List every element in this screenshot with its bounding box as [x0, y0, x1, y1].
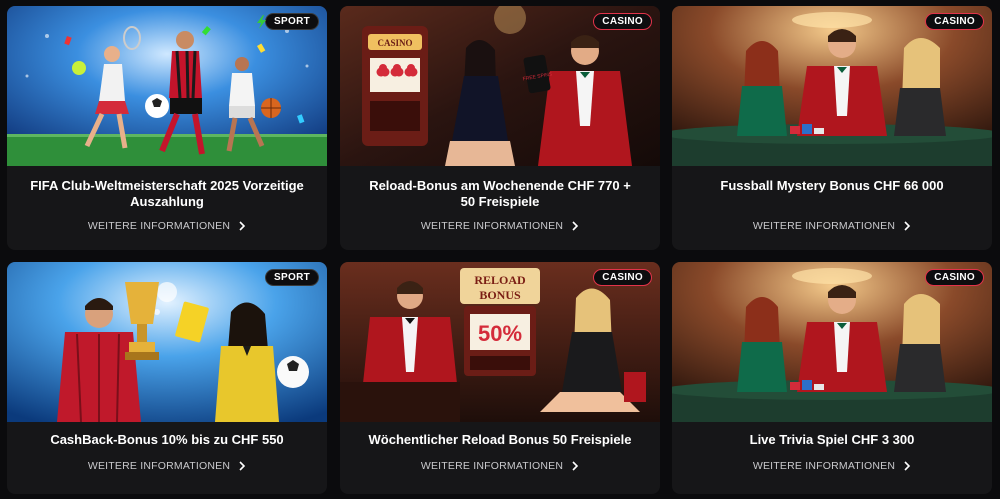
more-info-label: WEITERE INFORMATIONEN — [87, 460, 231, 472]
promo-title: Fussball Mystery Bonus CHF 66 000 — [720, 178, 944, 193]
more-info-label: WEITERE INFORMATIONEN — [752, 220, 896, 232]
promo-title: Reload-Bonus am Wochenende CHF 770 + 50 … — [369, 178, 631, 209]
sport-badge: SPORT — [257, 13, 319, 30]
reload-sign-line1: RELOAD — [474, 273, 526, 287]
promo-title: Wöchentlicher Reload Bonus 50 Freispiele — [368, 432, 632, 447]
chevron-right-icon — [572, 461, 579, 471]
promo-card-cashback[interactable]: SPORT CashBack-Bonus 10% bis zu CHF 550 … — [7, 262, 327, 494]
promo-card-live-trivia[interactable]: CASINO Live Trivia Spiel CHF 3 300 WEITE… — [672, 262, 992, 494]
more-info-link[interactable]: WEITERE INFORMATIONEN — [340, 220, 660, 232]
chevron-right-icon — [239, 461, 246, 471]
more-info-link[interactable]: WEITERE INFORMATIONEN — [672, 220, 992, 232]
slot-machine-label: CASINO — [377, 38, 412, 48]
promo-image-football-trophy[interactable]: SPORT — [7, 262, 327, 422]
more-info-label: WEITERE INFORMATIONEN — [87, 220, 231, 232]
casino-badge: CASINO — [593, 13, 652, 30]
promo-card-weekly-reload[interactable]: RELOAD BONUS 50% CASINO Wöchentlicher Re… — [340, 262, 660, 494]
promo-title: FIFA Club-Weltmeisterschaft 2025 Vorzeit… — [30, 178, 304, 209]
promo-card-weekend-reload[interactable]: CASINO FREE SPINS CASINO Reload-Bonus am… — [340, 6, 660, 250]
casino-badge: CASINO — [593, 269, 652, 286]
promo-image-casino-couple[interactable]: CASINO FREE SPINS CASINO — [340, 6, 660, 166]
more-info-label: WEITERE INFORMATIONEN — [752, 460, 896, 472]
more-info-link[interactable]: WEITERE INFORMATIONEN — [672, 460, 992, 472]
promo-image-reload-slot[interactable]: RELOAD BONUS 50% CASINO — [340, 262, 660, 422]
promotions-grid: SPORT FIFA Club-Weltmeisterschaft 2025 V… — [0, 0, 1000, 499]
casino-badge: CASINO — [925, 13, 984, 30]
more-info-link[interactable]: WEITERE INFORMATIONEN — [7, 220, 327, 232]
chevron-right-icon — [904, 221, 911, 231]
promo-image-casino-table[interactable]: CASINO — [672, 262, 992, 422]
promo-card-football-mystery[interactable]: CASINO Fussball Mystery Bonus CHF 66 000… — [672, 6, 992, 250]
promo-card-fifa[interactable]: SPORT FIFA Club-Weltmeisterschaft 2025 V… — [7, 6, 327, 250]
chevron-right-icon — [572, 221, 579, 231]
promo-image-sports[interactable]: SPORT — [7, 6, 327, 166]
chevron-right-icon — [904, 461, 911, 471]
slot-reels-text: 50% — [478, 321, 522, 346]
more-info-link[interactable]: WEITERE INFORMATIONEN — [7, 460, 327, 472]
more-info-label: WEITERE INFORMATIONEN — [420, 460, 564, 472]
chevron-right-icon — [239, 221, 246, 231]
more-info-link[interactable]: WEITERE INFORMATIONEN — [340, 460, 660, 472]
promo-image-casino-table[interactable]: CASINO — [672, 6, 992, 166]
casino-badge: CASINO — [925, 269, 984, 286]
sport-badge: SPORT — [265, 269, 319, 286]
promo-title: Live Trivia Spiel CHF 3 300 — [749, 432, 915, 447]
lightning-icon — [257, 15, 267, 29]
more-info-label: WEITERE INFORMATIONEN — [420, 220, 564, 232]
promo-title: CashBack-Bonus 10% bis zu CHF 550 — [50, 432, 284, 447]
reload-sign-line2: BONUS — [479, 288, 521, 302]
